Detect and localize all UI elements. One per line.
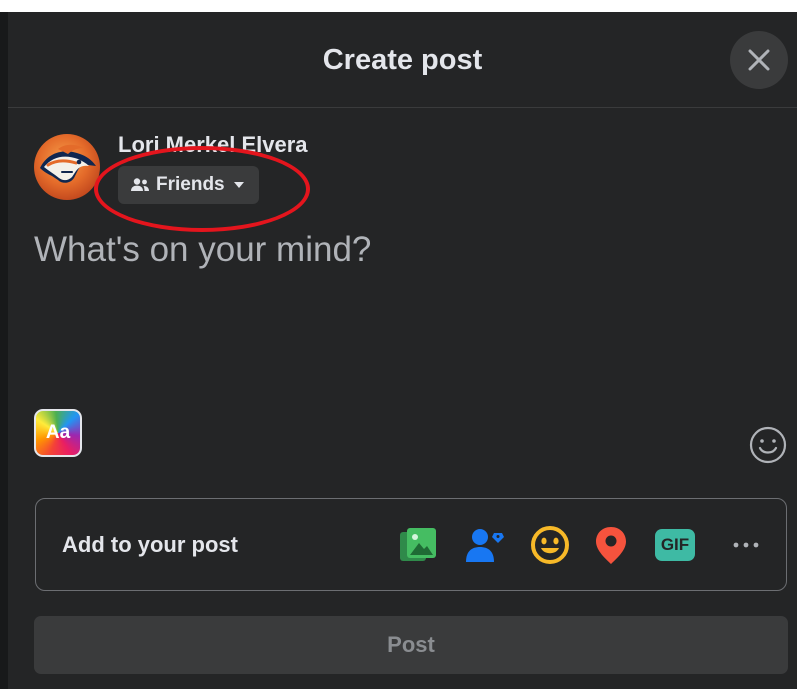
text-background-button[interactable]: Aa [34,409,82,457]
add-to-post-label: Add to your post [62,532,238,557]
tag-people-icon [466,529,504,562]
post-button[interactable]: Post [34,616,788,674]
audience-selector[interactable]: Friends [118,166,259,204]
avatar[interactable] [34,134,100,200]
more-options-button[interactable] [724,523,768,567]
background-edge [0,12,8,689]
dialog-title: Create post [322,44,483,76]
composer-input[interactable]: What's on your mind? [34,230,371,270]
feeling-icon [531,526,569,564]
photo-video-button[interactable] [396,523,440,567]
feeling-activity-button[interactable] [528,523,572,567]
dialog-header: Create post [8,12,797,108]
broncos-logo-icon [40,144,96,183]
check-in-button[interactable] [589,523,633,567]
location-pin-icon [596,527,626,564]
create-post-dialog: Create post Lori Merkel Elvera Friends W… [8,12,797,689]
aa-label: Aa [45,422,71,443]
gif-label: GIF [660,535,690,554]
add-to-post-bar: Add to your post GIF [35,498,787,591]
smiley-icon [749,426,787,464]
post-button-label: Post [387,632,435,657]
close-icon [748,49,770,71]
photo-icon [400,528,436,561]
tag-people-button[interactable] [463,523,507,567]
audience-label: Friends [156,174,225,195]
gif-button[interactable]: GIF [653,523,697,567]
close-button[interactable] [730,31,788,89]
caret-down-icon [233,181,245,189]
author-name[interactable]: Lori Merkel Elvera [118,132,308,158]
friends-icon [130,177,150,193]
emoji-button[interactable] [748,425,788,465]
more-icon [733,542,759,548]
